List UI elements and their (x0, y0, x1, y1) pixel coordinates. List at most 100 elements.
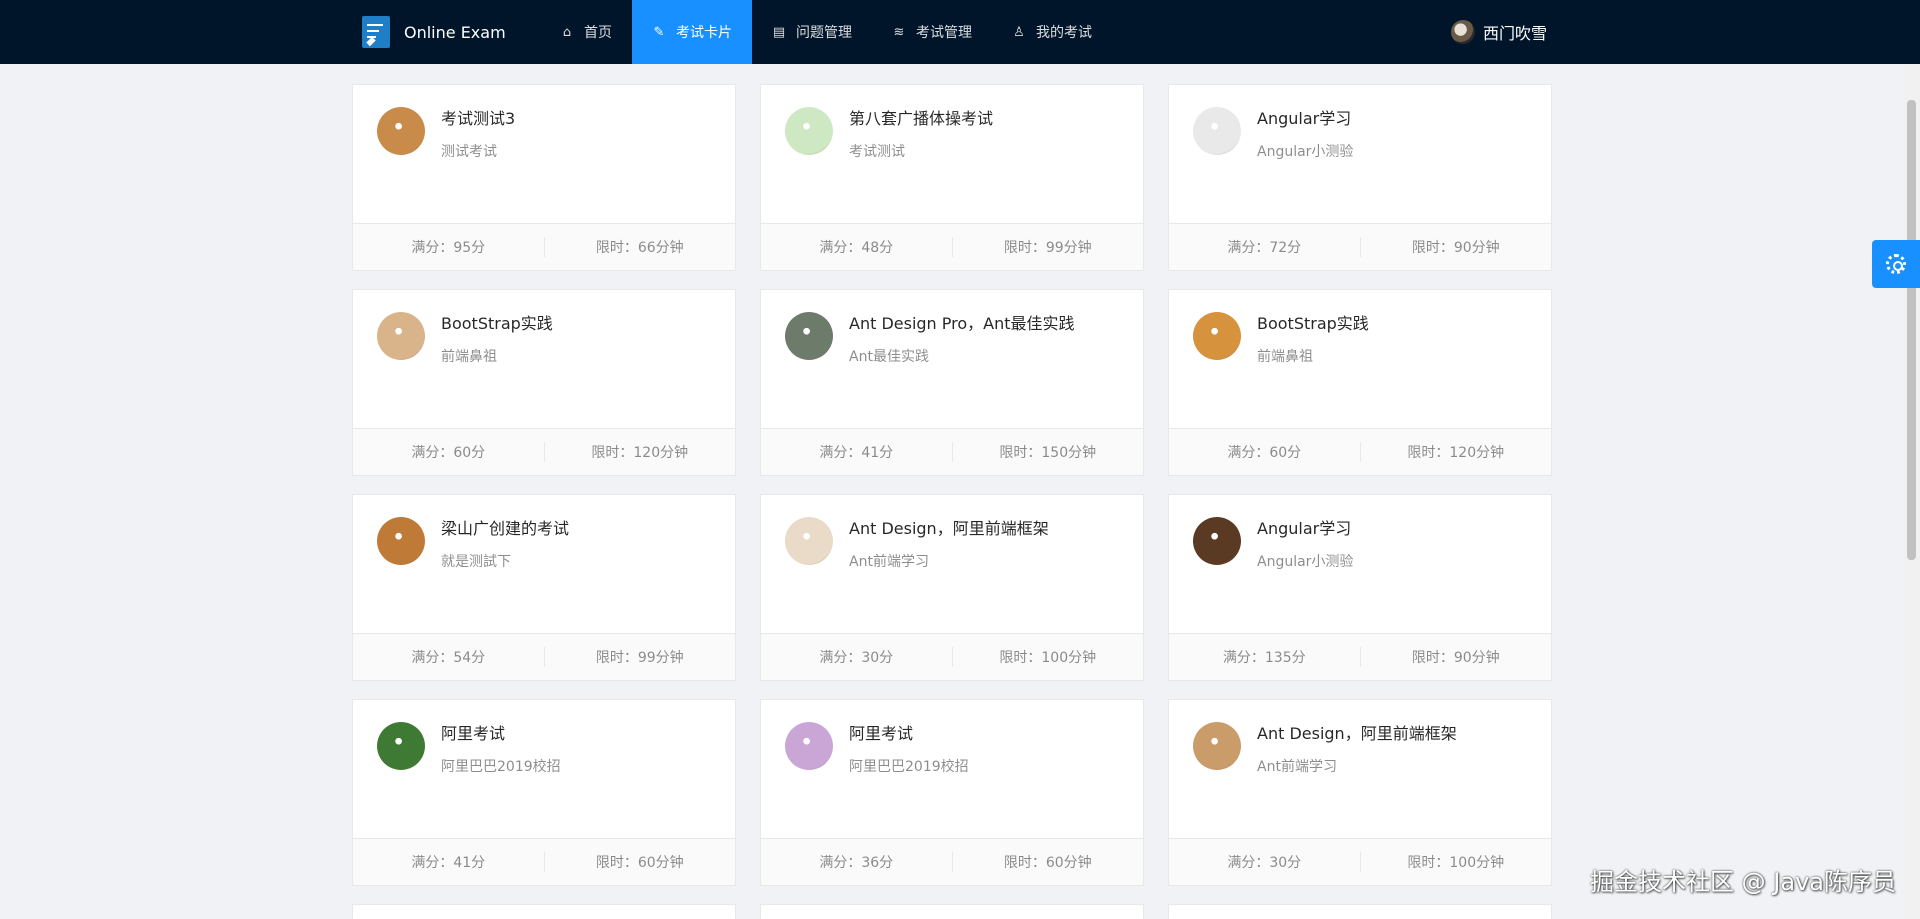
card-meta: BootStrap实践 前端鼻祖 (441, 312, 553, 407)
card-actions: 满分：41分 限时：150分钟 (761, 428, 1143, 475)
card-full-score[interactable]: 满分：72分 (1169, 237, 1360, 257)
card-body: 阿里考试 阿里巴巴2019校招 (353, 700, 735, 839)
nav-item-my-exams[interactable]: ♙ 我的考试 (992, 0, 1112, 64)
card-description: Angular小测验 (1257, 554, 1354, 570)
card-title: Ant Design，阿里前端框架 (1257, 724, 1457, 743)
card-time-limit[interactable]: 限时：150分钟 (951, 442, 1144, 462)
avatar (1450, 20, 1475, 44)
exam-card[interactable]: Ant Design，阿里前端框架 Ant前端学习满分：30分 限时：100分钟 (1168, 699, 1552, 886)
card-time-limit[interactable]: 限时：99分钟 (543, 647, 736, 667)
card-actions: 满分：95分 限时：66分钟 (353, 223, 735, 270)
book-icon: ▤ (772, 24, 786, 40)
nav-label: 首页 (584, 25, 612, 41)
exam-card[interactable] (352, 904, 736, 919)
user-menu[interactable]: 西门吹雪 (1450, 20, 1547, 44)
card-meta: 梁山广创建的考试 就是测試下 (441, 517, 569, 612)
card-time-limit[interactable]: 限时：90分钟 (1359, 647, 1552, 667)
exam-card-partial[interactable] (352, 904, 736, 919)
nav-item-question-management[interactable]: ▤ 问题管理 (752, 0, 872, 64)
exam-card[interactable]: 梁山广创建的考试 就是测試下满分：54分 限时：99分钟 (352, 494, 736, 681)
card-meta: Ant Design，阿里前端框架 Ant前端学习 (1257, 722, 1457, 817)
card-title: BootStrap实践 (1257, 314, 1369, 333)
card-time-limit[interactable]: 限时：100分钟 (951, 647, 1144, 667)
card-body: BootStrap实践 前端鼻祖 (353, 290, 735, 429)
avatar (377, 312, 425, 360)
exam-card[interactable]: Angular学习 Angular小测验满分：72分 限时：90分钟 (1168, 84, 1552, 271)
nav-item-exam-cards[interactable]: ✎ 考试卡片 (632, 0, 752, 64)
card-full-score[interactable]: 满分：30分 (1169, 852, 1360, 872)
nav-label: 考试卡片 (676, 25, 732, 41)
card-time-limit[interactable]: 限时：99分钟 (951, 237, 1144, 257)
header-inner: Online Exam ⌂ 首页 ✎ 考试卡片 ▤ 问题管理 ≋ 考试管理 ♙ … (352, 0, 1551, 64)
avatar (377, 722, 425, 770)
exam-card-partial[interactable] (760, 904, 1144, 919)
user-icon: ♙ (1013, 24, 1025, 40)
avatar (1193, 107, 1241, 155)
card-meta: BootStrap实践 前端鼻祖 (1257, 312, 1369, 407)
card-time-limit[interactable]: 限时：60分钟 (951, 852, 1144, 872)
page-scrollbar[interactable] (1903, 64, 1920, 919)
exam-card[interactable]: Ant Design Pro，Ant最佳实践 Ant最佳实践满分：41分 限时：15… (760, 289, 1144, 476)
exam-card[interactable]: 阿里考试 阿里巴巴2019校招满分：36分 限时：60分钟 (760, 699, 1144, 886)
app-logo[interactable]: Online Exam (352, 0, 540, 64)
card-full-score[interactable]: 满分：60分 (1169, 442, 1360, 462)
card-time-limit[interactable]: 限时：100分钟 (1359, 852, 1552, 872)
card-body: Ant Design，阿里前端框架 Ant前端学习 (1169, 700, 1551, 839)
card-body: Angular学习 Angular小测验 (1169, 495, 1551, 634)
card-title: Ant Design，阿里前端框架 (849, 519, 1049, 538)
card-title: 阿里考试 (441, 724, 506, 743)
card-meta: Ant Design Pro，Ant最佳实践 Ant最佳实践 (849, 312, 1075, 407)
exam-card[interactable]: 第八套广播体操考试 考试测试 满分：48分 限时：99分钟 (760, 84, 1144, 271)
avatar (1193, 517, 1241, 565)
card-meta: Angular学习 Angular小测验 (1257, 107, 1353, 202)
exam-card[interactable]: BootStrap实践 前端鼻祖满分：60分 限时：120分钟 (1168, 289, 1552, 476)
card-time-limit[interactable]: 限时：66分钟 (543, 237, 736, 257)
card-body: 考试测试3 测试考试 (353, 85, 735, 224)
card-description: 测试考试 (441, 144, 497, 160)
card-body: 阿里考试 阿里巴巴2019校招 (761, 700, 1143, 839)
exam-card[interactable]: Ant Design，阿里前端框架 Ant前端学习 满分：30分 限时：100分钟 (760, 494, 1144, 681)
avatar (785, 107, 833, 155)
exam-card[interactable]: 阿里考试 阿里巴巴2019校招满分：41分 限时：60分钟 (352, 699, 736, 886)
user-name: 西门吹雪 (1482, 24, 1547, 43)
card-full-score[interactable]: 满分：60分 (353, 442, 544, 462)
card-description: 前端鼻祖 (441, 349, 497, 365)
card-title: 考试测试3 (441, 109, 516, 128)
card-full-score[interactable]: 满分：48分 (761, 237, 952, 257)
card-actions: 满分：54分 限时：99分钟 (353, 633, 735, 680)
settings-button[interactable] (1872, 240, 1920, 288)
exam-card[interactable] (760, 904, 1144, 919)
card-actions: 满分：36分 限时：60分钟 (761, 838, 1143, 885)
card-description: Ant最佳实践 (849, 349, 929, 365)
card-meta: 阿里考试 阿里巴巴2019校招 (441, 722, 561, 817)
card-description: Ant前端学习 (1257, 759, 1337, 775)
card-time-limit[interactable]: 限时：60分钟 (543, 852, 736, 872)
nav-item-home[interactable]: ⌂ 首页 (540, 0, 632, 64)
card-full-score[interactable]: 满分：95分 (353, 237, 544, 257)
exam-card[interactable]: 考试测试3 测试考试满分：95分 限时：66分钟 (352, 84, 736, 271)
exam-card[interactable]: BootStrap实践 前端鼻祖满分：60分 限时：120分钟 (352, 289, 736, 476)
card-description: 就是测試下 (441, 554, 511, 570)
card-time-limit[interactable]: 限时：90分钟 (1359, 237, 1552, 257)
avatar (377, 517, 425, 565)
exam-card-partial[interactable] (1168, 904, 1552, 919)
scrollbar-thumb[interactable] (1907, 100, 1916, 560)
card-full-score[interactable]: 满分：41分 (761, 442, 952, 462)
card-full-score[interactable]: 满分：41分 (353, 852, 544, 872)
nav-item-exam-management[interactable]: ≋ 考试管理 (872, 0, 992, 64)
card-full-score[interactable]: 满分：135分 (1169, 647, 1360, 667)
card-full-score[interactable]: 满分：54分 (353, 647, 544, 667)
card-actions: 满分：135分 限时：90分钟 (1169, 633, 1551, 680)
card-full-score[interactable]: 满分：36分 (761, 852, 952, 872)
card-title: 阿里考试 (849, 724, 914, 743)
card-meta: 阿里考试 阿里巴巴2019校招 (849, 722, 969, 817)
exam-card[interactable]: Angular学习 Angular小测验满分：135分 限时：90分钟 (1168, 494, 1552, 681)
card-full-score[interactable]: 满分：30分 (761, 647, 952, 667)
card-time-limit[interactable]: 限时：120分钟 (1359, 442, 1552, 462)
card-meta: Angular学习 Angular小测验 (1257, 517, 1353, 612)
exam-card[interactable] (1168, 904, 1552, 919)
card-time-limit[interactable]: 限时：120分钟 (543, 442, 736, 462)
card-title: Angular学习 (1257, 109, 1352, 128)
card-title: 第八套广播体操考试 (849, 109, 994, 128)
card-actions: 满分：48分 限时：99分钟 (761, 223, 1143, 270)
